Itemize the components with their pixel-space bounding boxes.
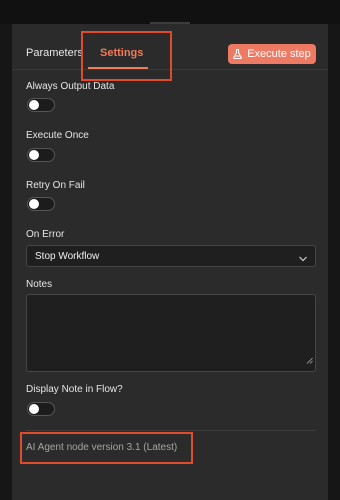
display-note-toggle[interactable] xyxy=(27,402,55,416)
tab-parameters[interactable]: Parameters xyxy=(26,47,83,59)
resize-grip-icon[interactable] xyxy=(306,351,313,369)
flask-icon xyxy=(233,49,243,59)
toggle-knob xyxy=(29,404,39,414)
execute-once-toggle[interactable] xyxy=(27,148,55,162)
chevron-down-icon xyxy=(298,251,308,269)
toggle-knob xyxy=(29,150,39,160)
right-gutter xyxy=(328,24,340,500)
on-error-label: On Error xyxy=(26,229,65,240)
version-highlight-box xyxy=(20,432,193,464)
display-note-label: Display Note in Flow? xyxy=(26,384,123,395)
on-error-select[interactable]: Stop Workflow xyxy=(26,245,316,267)
top-bar xyxy=(0,0,340,24)
footer-divider xyxy=(26,430,316,431)
execute-step-button[interactable]: Execute step xyxy=(228,44,316,64)
settings-tab-highlight-box xyxy=(81,31,172,81)
always-output-data-toggle[interactable] xyxy=(27,98,55,112)
execute-once-label: Execute Once xyxy=(26,130,89,141)
retry-on-fail-label: Retry On Fail xyxy=(26,180,85,191)
toggle-knob xyxy=(29,199,39,209)
retry-on-fail-toggle[interactable] xyxy=(27,197,55,211)
notes-textarea[interactable] xyxy=(26,294,316,372)
notes-label: Notes xyxy=(26,279,53,290)
execute-step-label: Execute step xyxy=(247,48,311,60)
on-error-value: Stop Workflow xyxy=(35,251,100,262)
toggle-knob xyxy=(29,100,39,110)
left-gutter xyxy=(0,24,12,500)
always-output-data-label: Always Output Data xyxy=(26,81,115,92)
